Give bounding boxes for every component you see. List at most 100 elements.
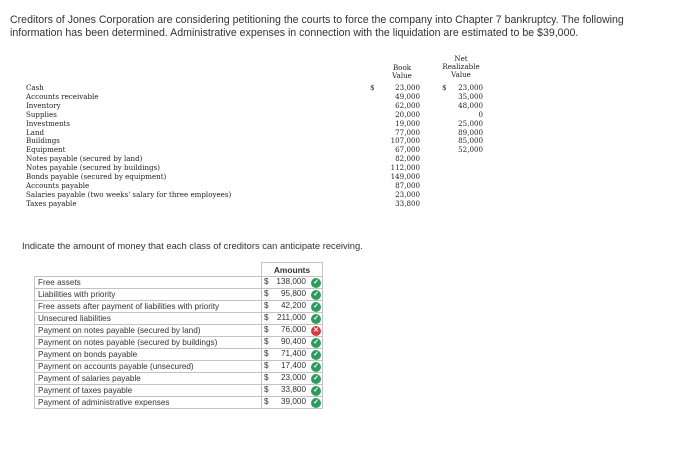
book-value-cell: 87,000 xyxy=(395,180,420,190)
book-value-cell: 149,000 xyxy=(390,172,420,181)
book-value-cell: 23,000 xyxy=(395,189,420,199)
financial-row-label: Accounts receivable xyxy=(26,91,99,101)
amount-value: 76,000 xyxy=(280,325,306,334)
amount-input[interactable]: $71,400 ✓ xyxy=(261,348,323,361)
answer-row: Payment on notes payable (secured by bui… xyxy=(34,336,323,349)
book-value-cell: 23,000 xyxy=(395,83,420,92)
correct-check-icon: ✓ xyxy=(311,302,321,312)
nrv-header: Net Realizable Value xyxy=(442,54,480,80)
currency-symbol: $ xyxy=(264,373,269,382)
answer-row: Liabilities with priority $95,800 ✓ xyxy=(34,288,323,301)
answer-row-label: Unsecured liabilities xyxy=(34,312,262,325)
answer-row: Payment on accounts payable (unsecured) $… xyxy=(34,360,323,373)
financial-row-label: Taxes payable xyxy=(26,198,77,208)
answer-row-label: Liabilities with priority xyxy=(34,288,262,301)
problem-statement: Creditors of Jones Corporation are consi… xyxy=(10,14,690,40)
currency-symbol: $ xyxy=(264,361,269,370)
financial-row-label: Buildings xyxy=(26,136,60,146)
amounts-header: Amounts xyxy=(261,262,323,277)
correct-check-icon: ✓ xyxy=(311,386,321,396)
currency-symbol: $ xyxy=(264,301,269,310)
nrv-cell: 89,000 xyxy=(458,127,483,137)
correct-check-icon: ✓ xyxy=(311,278,321,288)
amount-value: 17,400 xyxy=(280,361,306,370)
amount-value: 33,800 xyxy=(280,385,306,394)
amount-input[interactable]: $95,800 ✓ xyxy=(261,288,323,301)
amount-value: 39,000 xyxy=(280,397,306,406)
answer-row-label: Payment of salaries payable xyxy=(34,372,262,385)
answer-row: Payment on bonds payable $71,400 ✓ xyxy=(34,348,323,361)
financial-row-label: Investments xyxy=(26,118,71,128)
currency-symbol: $ xyxy=(264,337,269,346)
correct-check-icon: ✓ xyxy=(311,374,321,384)
book-value-cell: 67,000 xyxy=(395,145,420,155)
currency-symbol: $ xyxy=(264,289,269,298)
book-value-cell: 107,000 xyxy=(390,136,420,146)
amount-input[interactable]: $138,000 ✓ xyxy=(261,276,323,289)
answer-row: Payment of salaries payable $23,000 ✓ xyxy=(34,372,323,385)
amount-input[interactable]: $33,800 ✓ xyxy=(261,384,323,397)
currency-symbol: $ xyxy=(264,277,269,286)
nrv-cell: 35,000 xyxy=(458,91,483,101)
amount-input[interactable]: $17,400 ✓ xyxy=(261,360,323,373)
book-value-cell: 82,000 xyxy=(395,154,420,164)
answer-table: Amounts Free assets $138,000 ✓ Liabilities … xyxy=(34,262,323,409)
currency-symbol: $ xyxy=(264,325,269,334)
answer-row: Free assets $138,000 ✓ xyxy=(34,276,323,289)
amount-input[interactable]: $42,200 ✓ xyxy=(261,300,323,313)
correct-check-icon: ✓ xyxy=(311,290,321,300)
financial-row-label: Notes payable (secured by buildings) xyxy=(26,163,161,173)
incorrect-x-icon: ✕ xyxy=(311,326,321,336)
financial-row-label: Salaries payable (two weeks' salary for … xyxy=(26,189,232,199)
financial-row-label: Inventory xyxy=(26,100,61,110)
nrv-cell: 0 xyxy=(478,109,483,119)
currency-symbol: $ xyxy=(264,349,269,358)
nrv-cell: 23,000 xyxy=(458,83,483,92)
amount-value: 42,200 xyxy=(280,301,306,310)
amount-value: 211,000 xyxy=(277,313,306,322)
financial-row-label: Equipment xyxy=(26,145,66,155)
book-value-cell: 49,000 xyxy=(395,91,420,101)
financial-row-label: Accounts payable xyxy=(26,180,90,190)
book-value-cell: 62,000 xyxy=(395,100,420,110)
book-value-cell: 19,000 xyxy=(395,118,420,128)
amount-input[interactable]: $76,000 ✕ xyxy=(261,324,323,337)
book-value-cell: 77,000 xyxy=(395,127,420,137)
answer-row-label: Free assets after payment of liabilities… xyxy=(34,300,262,313)
answer-row: Payment of administrative expenses $39,00… xyxy=(34,396,323,409)
answer-row-label: Payment on notes payable (secured by lan… xyxy=(34,324,262,337)
answer-row: Payment of taxes payable $33,800 ✓ xyxy=(34,384,323,397)
answer-row-label: Payment on accounts payable (unsecured) xyxy=(34,360,262,373)
book-value-cell: 112,000 xyxy=(390,163,420,173)
answer-row: Unsecured liabilities $211,000 ✓ xyxy=(34,312,323,325)
nrv-cell: 85,000 xyxy=(458,136,483,146)
book-dollar-sign: $ xyxy=(370,83,375,92)
amount-input[interactable]: $211,000 ✓ xyxy=(261,312,323,325)
question-text: Indicate the amount of money that each c… xyxy=(22,240,363,251)
answer-row-label: Payment of taxes payable xyxy=(34,384,262,397)
answer-row: Payment on notes payable (secured by lan… xyxy=(34,324,323,337)
answer-row: Free assets after payment of liabilities… xyxy=(34,300,323,313)
currency-symbol: $ xyxy=(264,313,269,322)
problem-line-2: information has been determined. Adminis… xyxy=(10,27,579,39)
answer-row-label: Payment of administrative expenses xyxy=(34,396,262,409)
correct-check-icon: ✓ xyxy=(311,350,321,360)
amount-input[interactable]: $23,000 ✓ xyxy=(261,372,323,385)
book-value-cell: 33,800 xyxy=(395,198,420,208)
problem-line-1: Creditors of Jones Corporation are consi… xyxy=(10,14,624,26)
book-value-cell: 20,000 xyxy=(395,109,420,119)
amount-input[interactable]: $90,400 ✓ xyxy=(261,336,323,349)
correct-check-icon: ✓ xyxy=(311,314,321,324)
financial-row-label: Notes payable (secured by land) xyxy=(26,154,143,164)
book-value-header: Book Value xyxy=(392,63,412,81)
amount-value: 71,400 xyxy=(280,349,306,358)
financial-row-label: Cash xyxy=(26,83,44,92)
currency-symbol: $ xyxy=(264,385,269,394)
amount-input[interactable]: $39,000 ✓ xyxy=(261,396,323,409)
financial-row-label: Bonds payable (secured by equipment) xyxy=(26,172,167,181)
amount-value: 23,000 xyxy=(280,373,306,382)
nrv-cell: 48,000 xyxy=(458,100,483,110)
correct-check-icon: ✓ xyxy=(311,362,321,372)
amount-value: 95,800 xyxy=(280,289,306,298)
financial-row-label: Land xyxy=(26,127,45,137)
